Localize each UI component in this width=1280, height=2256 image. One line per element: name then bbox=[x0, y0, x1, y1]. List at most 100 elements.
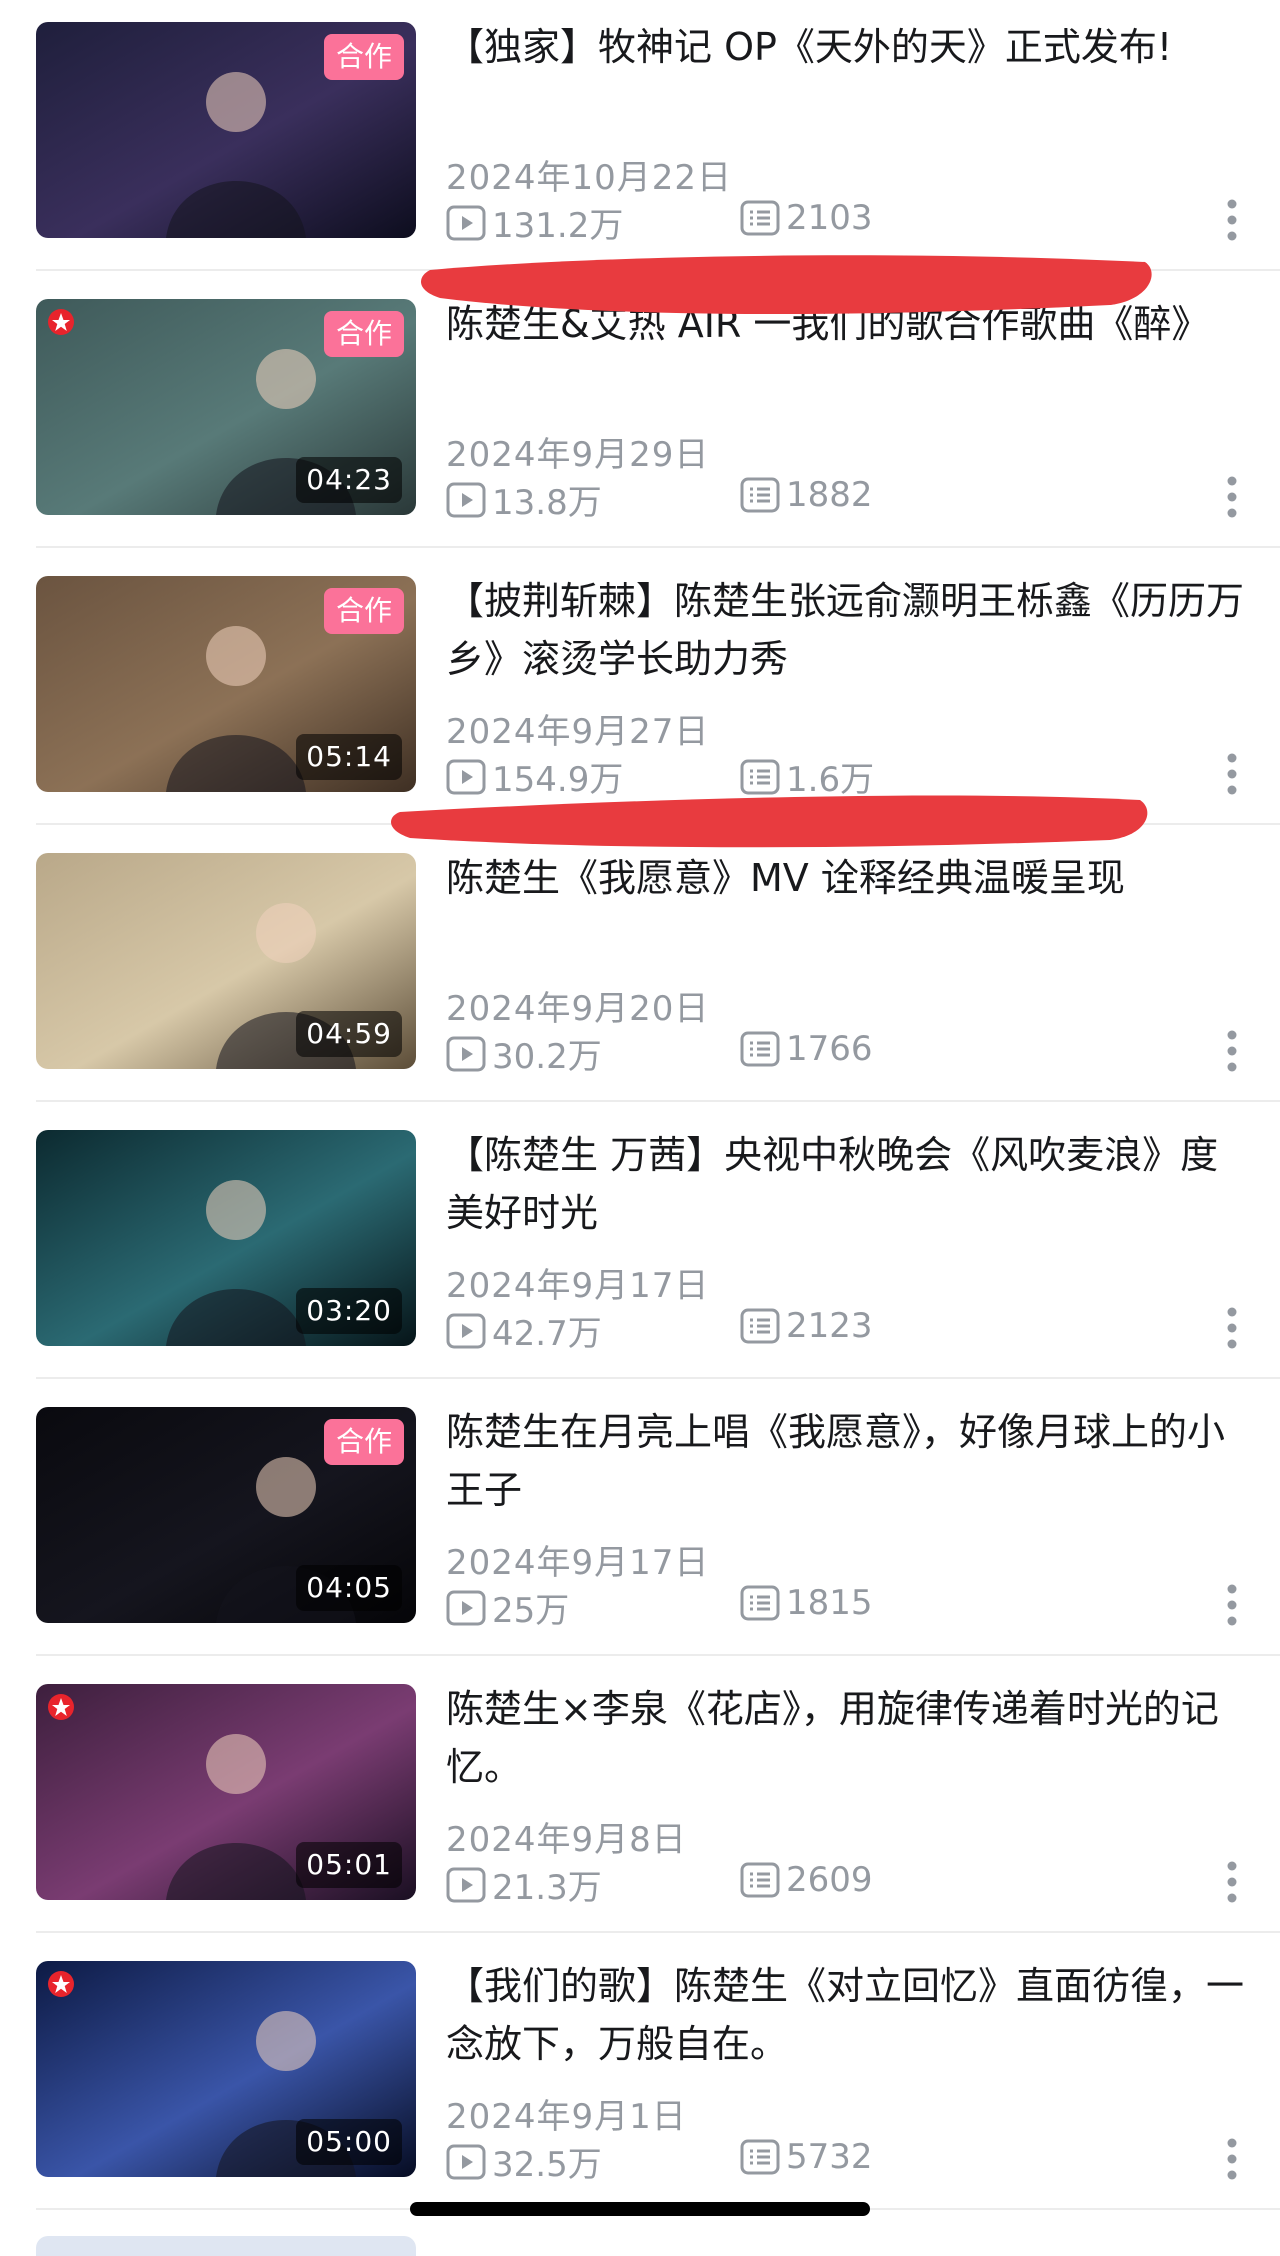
channel-logo-icon bbox=[48, 309, 74, 335]
video-thumbnail[interactable]: 05:00 bbox=[36, 1961, 416, 2177]
video-list-item[interactable]: 合作 05:14 【披荆斩棘】陈楚生张远俞灏明王栎鑫《历历万乡》滚烫学长助力秀 202… bbox=[0, 554, 1280, 830]
play-count-icon bbox=[446, 482, 486, 517]
play-count-icon bbox=[446, 205, 486, 240]
video-list-item[interactable]: 04:59 陈楚生《我愿意》MV 诠释经典温暖呈现 2024年9月20日 30.2万 1… bbox=[0, 831, 1280, 1107]
view-count-text: 25万 bbox=[492, 1591, 570, 1631]
video-title[interactable]: 陈楚生在月亮上唱《我愿意》，好像月球上的小王子 bbox=[446, 1403, 1246, 1519]
comment-count-icon bbox=[740, 2139, 780, 2175]
video-date: 2024年9月17日 bbox=[446, 1266, 710, 1306]
video-title[interactable]: 陈楚生《我愿意》MV 诠释经典温暖呈现 bbox=[446, 849, 1246, 907]
view-count: 131.2万 bbox=[446, 198, 623, 247]
comment-count-text: 2123 bbox=[786, 1306, 873, 1346]
view-count-text: 154.9万 bbox=[492, 760, 624, 800]
video-duration: 05:01 bbox=[296, 1842, 402, 1888]
video-thumbnail[interactable]: 合作 05:14 bbox=[36, 576, 416, 792]
video-title[interactable]: 【披荆斩棘】陈楚生张远俞灏明王栎鑫《历历万乡》滚烫学长助力秀 bbox=[446, 572, 1246, 688]
video-list-item[interactable]: 合作 04:05 陈楚生在月亮上唱《我愿意》，好像月球上的小王子 2024年9月17日… bbox=[0, 1385, 1280, 1661]
comment-count-icon bbox=[740, 1308, 780, 1344]
list-divider bbox=[36, 1931, 1280, 1933]
more-vertical-icon[interactable] bbox=[1226, 1583, 1238, 1627]
comment-count: 2103 bbox=[740, 198, 873, 238]
video-duration: 04:05 bbox=[296, 1565, 402, 1611]
video-date: 2024年9月17日 bbox=[446, 1543, 710, 1583]
video-date: 2024年9月29日 bbox=[446, 435, 710, 475]
comment-count: 1766 bbox=[740, 1029, 873, 1069]
video-thumbnail[interactable]: 合作 04:23 bbox=[36, 299, 416, 515]
comment-count-text: 1766 bbox=[786, 1029, 873, 1069]
play-count-icon bbox=[446, 2144, 486, 2179]
play-count-icon bbox=[446, 1867, 486, 1902]
view-count: 30.2万 bbox=[446, 1029, 602, 1078]
video-title[interactable]: 陈楚生&艾热 AIR 一我们的歌合作歌曲《醉》 bbox=[446, 295, 1246, 353]
video-date: 2024年9月8日 bbox=[446, 1820, 687, 1860]
comment-count: 1.6万 bbox=[740, 752, 874, 801]
more-vertical-icon[interactable] bbox=[1226, 752, 1238, 796]
video-duration: 05:00 bbox=[296, 2119, 402, 2165]
view-count-text: 42.7万 bbox=[492, 1314, 602, 1354]
comment-count-text: 1882 bbox=[786, 475, 873, 515]
comment-count-text: 1.6万 bbox=[786, 760, 875, 800]
comment-count: 1882 bbox=[740, 475, 873, 515]
comment-count-icon bbox=[740, 477, 780, 513]
view-count-text: 131.2万 bbox=[492, 206, 624, 246]
view-count-text: 30.2万 bbox=[492, 1037, 602, 1077]
comment-count-text: 2103 bbox=[786, 198, 873, 238]
view-count: 21.3万 bbox=[446, 1860, 602, 1909]
comment-count-icon bbox=[740, 1031, 780, 1067]
view-count-text: 21.3万 bbox=[492, 1868, 602, 1908]
play-count-icon bbox=[446, 1313, 486, 1348]
video-list-item[interactable]: 05:01 陈楚生×李泉《花店》，用旋律传递着时光的记忆。 2024年9月8日 21.… bbox=[0, 1662, 1280, 1938]
video-title[interactable]: 【独家】牧神记 OP《天外的天》正式发布! bbox=[446, 18, 1246, 76]
video-title[interactable]: 【陈楚生 万茜】央视中秋晚会《风吹麦浪》度美好时光 bbox=[446, 1126, 1246, 1242]
play-count-icon bbox=[446, 759, 486, 794]
comment-count: 2123 bbox=[740, 1306, 873, 1346]
video-date: 2024年9月1日 bbox=[446, 2097, 687, 2137]
collab-badge: 合作 bbox=[323, 588, 404, 634]
comment-count: 1815 bbox=[740, 1583, 873, 1623]
video-list-item[interactable]: 合作 04:23 陈楚生&艾热 AIR 一我们的歌合作歌曲《醉》 2024年9月29日… bbox=[0, 277, 1280, 553]
video-list-item[interactable]: 05:00 【我们的歌】陈楚生《对立回忆》直面彷徨，一念放下，万般自在。 2024年… bbox=[0, 1939, 1280, 2215]
home-indicator[interactable] bbox=[410, 2202, 870, 2216]
comment-count-text: 5732 bbox=[786, 2137, 873, 2177]
comment-count-icon bbox=[740, 759, 780, 794]
video-thumbnail[interactable]: 05:01 bbox=[36, 1684, 416, 1900]
comment-count-text: 2609 bbox=[786, 1860, 873, 1900]
more-vertical-icon[interactable] bbox=[1226, 2137, 1238, 2181]
list-divider bbox=[36, 1100, 1280, 1102]
comment-count: 2609 bbox=[740, 1860, 873, 1900]
video-thumbnail[interactable]: 04:59 bbox=[36, 853, 416, 1069]
video-duration: 05:14 bbox=[296, 734, 402, 780]
more-vertical-icon[interactable] bbox=[1226, 1860, 1238, 1904]
more-vertical-icon[interactable] bbox=[1226, 475, 1238, 519]
comment-count-icon bbox=[740, 1862, 780, 1898]
view-count: 154.9万 bbox=[446, 752, 623, 801]
video-thumbnail[interactable]: 合作 04:05 bbox=[36, 1407, 416, 1623]
list-divider bbox=[36, 269, 1280, 271]
video-thumbnail[interactable]: 合作 bbox=[36, 22, 416, 238]
comment-count-text: 1815 bbox=[786, 1583, 873, 1623]
next-video-thumbnail-partial[interactable] bbox=[36, 2236, 416, 2256]
view-count: 25万 bbox=[446, 1583, 569, 1632]
video-thumbnail[interactable]: 03:20 bbox=[36, 1130, 416, 1346]
video-list-item[interactable]: 03:20 【陈楚生 万茜】央视中秋晚会《风吹麦浪》度美好时光 2024年9月17日… bbox=[0, 1108, 1280, 1384]
video-date: 2024年10月22日 bbox=[446, 158, 733, 198]
more-vertical-icon[interactable] bbox=[1226, 198, 1238, 242]
video-date: 2024年9月20日 bbox=[446, 989, 710, 1029]
video-duration: 03:20 bbox=[296, 1288, 402, 1334]
collab-badge: 合作 bbox=[323, 311, 404, 357]
more-vertical-icon[interactable] bbox=[1226, 1306, 1238, 1350]
video-list-item[interactable]: 合作 【独家】牧神记 OP《天外的天》正式发布! 2024年10月22日 131.2万… bbox=[0, 0, 1280, 276]
view-count: 13.8万 bbox=[446, 475, 602, 524]
channel-logo-icon bbox=[48, 1971, 74, 1997]
comment-count-icon bbox=[740, 1585, 780, 1621]
more-vertical-icon[interactable] bbox=[1226, 1029, 1238, 1073]
video-title[interactable]: 陈楚生×李泉《花店》，用旋律传递着时光的记忆。 bbox=[446, 1680, 1246, 1796]
comment-count-icon bbox=[740, 200, 780, 236]
list-divider bbox=[36, 1377, 1280, 1379]
list-divider bbox=[36, 546, 1280, 548]
list-divider bbox=[36, 1654, 1280, 1656]
collab-badge: 合作 bbox=[323, 1419, 404, 1465]
video-title[interactable]: 【我们的歌】陈楚生《对立回忆》直面彷徨，一念放下，万般自在。 bbox=[446, 1957, 1246, 2073]
view-count: 42.7万 bbox=[446, 1306, 602, 1355]
collab-badge: 合作 bbox=[323, 34, 404, 80]
